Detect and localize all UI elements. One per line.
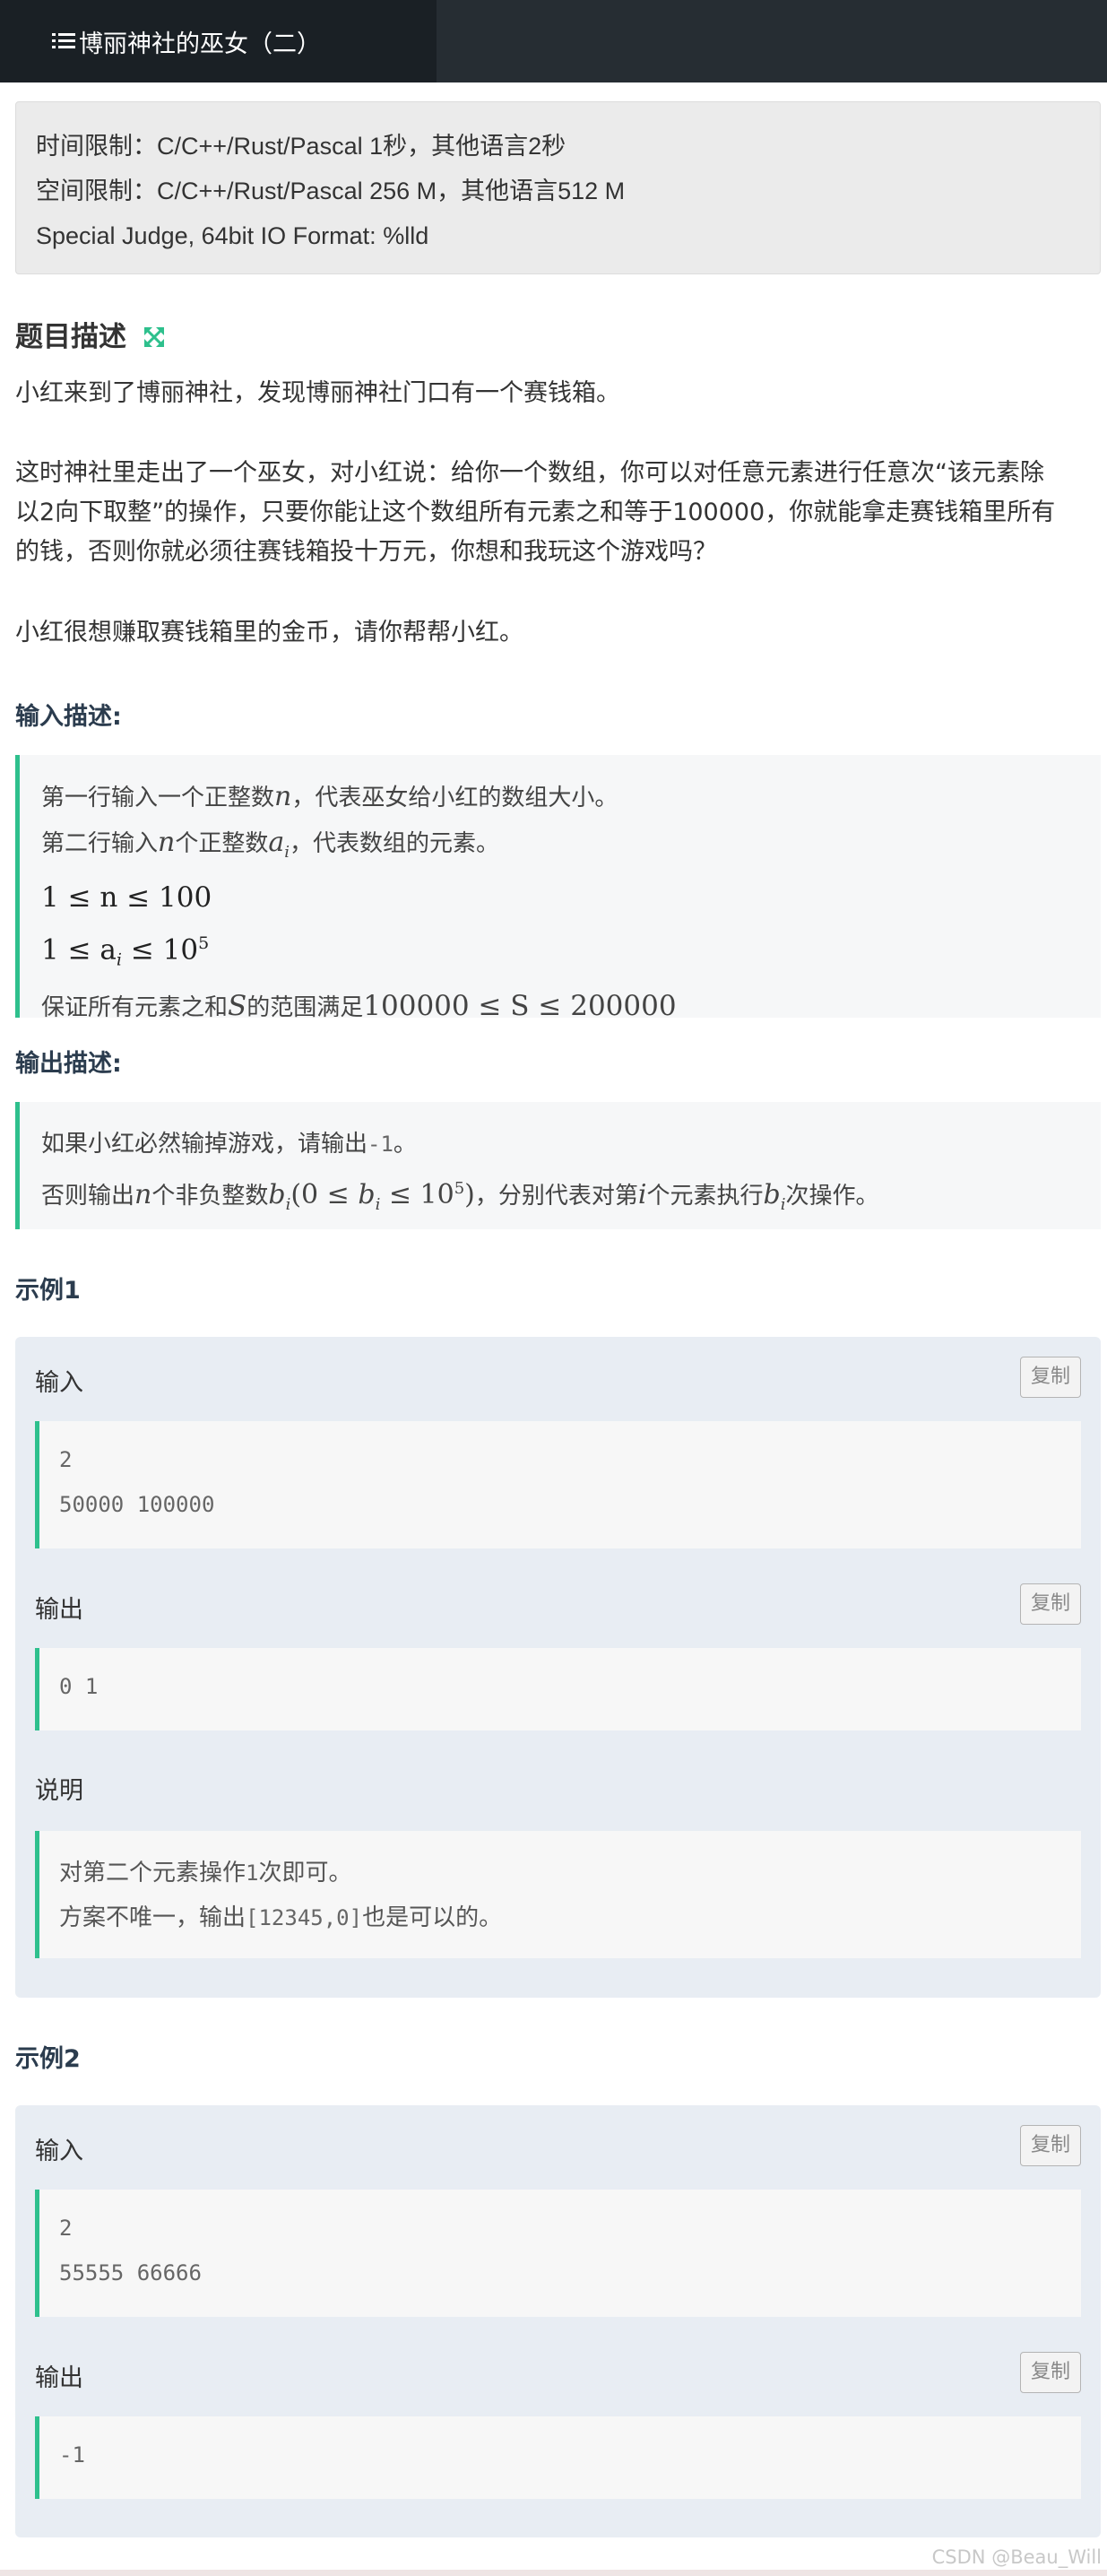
example1-input-code: 2 50000 100000	[35, 1421, 1081, 1548]
input-title: 输入描述:	[15, 703, 122, 731]
example1-input-copy-button[interactable]: 复制	[1020, 1357, 1081, 1398]
bottom-strip	[0, 2570, 1107, 2576]
example1-explain-label: 说明	[35, 1777, 83, 1805]
example1-input-label: 输入	[35, 1369, 83, 1397]
code-line: 0 1	[59, 1674, 99, 1699]
problem-tab[interactable]: 博丽神社的巫女（二）	[0, 0, 437, 82]
description-p1: 小红来到了博丽神社，发现博丽神社门口有一个赛钱箱。	[15, 379, 620, 407]
example2-output-code: -1	[35, 2416, 1081, 2499]
example1-output-label: 输出	[35, 1596, 83, 1624]
problem-title: 博丽神社的巫女（二）	[79, 30, 321, 58]
output-line-1: 如果小红必然输掉游戏，请输出-1。	[41, 1131, 417, 1158]
example1-panel: 输入 复制 2 50000 100000 输出 复制 0 1 说明 对第二个元素…	[15, 1337, 1101, 1998]
example2-output-copy-button[interactable]: 复制	[1020, 2352, 1081, 2393]
example1-output-copy-button[interactable]: 复制	[1020, 1583, 1081, 1625]
judge-info: Special Judge, 64bit IO Format: %lld	[36, 222, 429, 249]
explain-line-1: 对第二个元素操作1次即可。	[59, 1860, 352, 1886]
example1-output-code: 0 1	[35, 1648, 1081, 1730]
code-line: 2	[59, 2216, 73, 2241]
example2-input-copy-button[interactable]: 复制	[1020, 2125, 1081, 2166]
example1-title: 示例1	[15, 1277, 81, 1305]
output-description: 如果小红必然输掉游戏，请输出-1。 否则输出n个非负整数bi(0 ≤ bi ≤ …	[15, 1102, 1101, 1229]
example2-panel: 输入 复制 2 55555 66666 输出 复制 -1	[15, 2105, 1101, 2537]
example2-output-label: 输出	[35, 2364, 83, 2392]
description-p2: 这时神社里走出了一个巫女，对小红说：给你一个数组，你可以对任意元素进行任意次“该…	[15, 454, 1091, 572]
description-p3: 小红很想赚取赛钱箱里的金币，请你帮帮小红。	[15, 619, 523, 646]
example2-input-label: 输入	[35, 2138, 83, 2165]
output-line-2: 否则输出n个非负整数bi(0 ≤ bi ≤ 105)，分别代表对第i个元素执行b…	[41, 1179, 879, 1214]
constraint-n: 1 ≤ n ≤ 100	[41, 881, 212, 914]
example2-input-code: 2 55555 66666	[35, 2190, 1081, 2317]
description-p2-line3: 的钱，否则你就必须往赛钱箱投十万元，你想和我玩这个游戏吗？	[15, 538, 717, 566]
description-title-text: 题目描述	[15, 321, 126, 353]
code-line: 55555 66666	[59, 2260, 202, 2285]
code-line: 50000 100000	[59, 1492, 215, 1517]
output-title: 输出描述:	[15, 1050, 122, 1078]
input-line-2: 第二行输入n个正整数ai，代表数组的元素。	[41, 827, 500, 862]
watermark: CSDN @Beau_Will	[931, 2546, 1102, 2568]
expand-icon[interactable]	[143, 323, 165, 355]
explain-line-2: 方案不唯一，输出[12345,0]也是可以的。	[59, 1904, 503, 1931]
top-bar: 博丽神社的巫女（二）	[0, 0, 1107, 82]
limits-panel: 时间限制：C/C++/Rust/Pascal 1秒，其他语言2秒 空间限制：C/…	[15, 101, 1101, 274]
description-p2-line2: 以2向下取整”的操作，只要你能让这个数组所有元素之和等于100000，你就能拿走…	[15, 499, 1056, 526]
time-limit: 时间限制：C/C++/Rust/Pascal 1秒，其他语言2秒	[36, 133, 566, 160]
code-line: 2	[59, 1447, 73, 1472]
input-line-5: 保证所有元素之和S的范围满足100000 ≤ S ≤ 200000	[41, 989, 677, 1022]
space-limit: 空间限制：C/C++/Rust/Pascal 256 M，其他语言512 M	[36, 178, 626, 204]
list-icon	[52, 31, 75, 51]
constraint-a: 1 ≤ ai ≤ 105	[41, 933, 210, 970]
input-line-1: 第一行输入一个正整数n，代表巫女给小红的数组大小。	[41, 781, 618, 812]
example2-title: 示例2	[15, 2045, 81, 2073]
description-title: 题目描述	[15, 314, 165, 355]
input-description: 第一行输入一个正整数n，代表巫女给小红的数组大小。 第二行输入n个正整数ai，代…	[15, 755, 1101, 1022]
description-p2-line1: 这时神社里走出了一个巫女，对小红说：给你一个数组，你可以对任意元素进行任意次“该…	[15, 459, 1044, 487]
code-line: -1	[59, 2442, 85, 2468]
example1-explanation: 对第二个元素操作1次即可。 方案不唯一，输出[12345,0]也是可以的。	[35, 1831, 1081, 1958]
